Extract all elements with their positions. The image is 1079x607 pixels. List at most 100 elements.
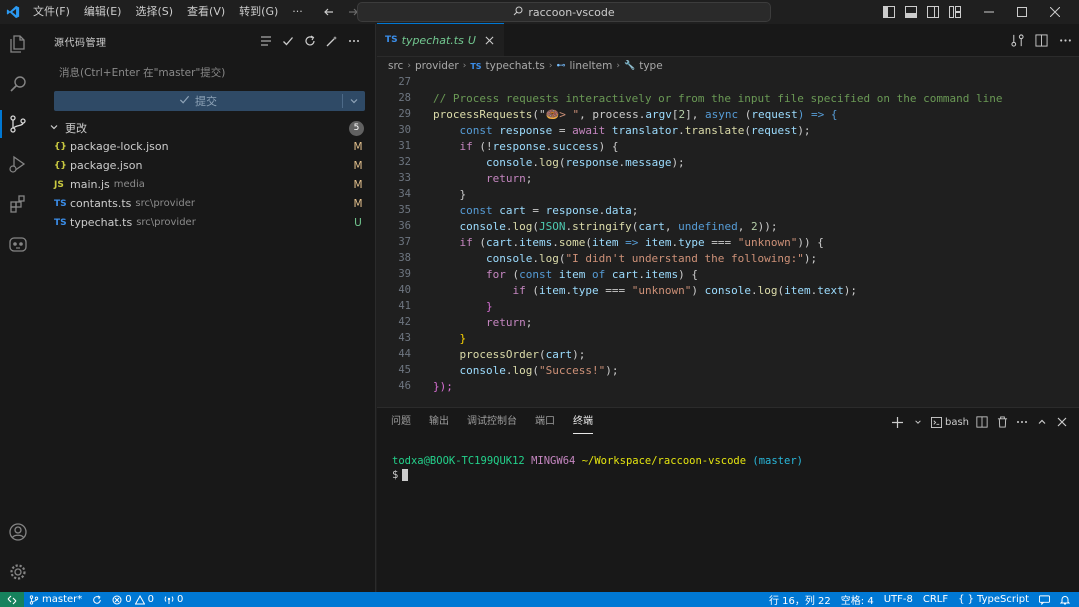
problems-status[interactable]: 0 0 xyxy=(107,592,159,607)
line-number: 29 xyxy=(398,108,411,120)
toggle-secondary-sidebar-icon[interactable] xyxy=(922,0,944,24)
code-line: 32 console.log(response.message); xyxy=(377,154,1079,170)
warning-icon xyxy=(134,594,145,604)
breadcrumb-item[interactable]: provider xyxy=(415,60,459,72)
commit-message-input[interactable]: 消息(Ctrl+Enter 在"master"提交) xyxy=(53,60,365,84)
toggle-primary-sidebar-icon[interactable] xyxy=(878,0,900,24)
tab-debug-console[interactable]: 调试控制台 xyxy=(467,408,517,436)
symbol-field-icon: ⊷ xyxy=(556,61,566,71)
kill-terminal-trash-icon[interactable] xyxy=(995,414,1009,430)
file-row-typechat-ts[interactable]: TS typechat.ts src\provider U xyxy=(36,213,375,232)
back-arrow-icon[interactable] xyxy=(322,5,336,19)
breadcrumb-separator-icon: › xyxy=(548,61,553,71)
split-terminal-icon[interactable] xyxy=(975,414,989,430)
refresh-icon[interactable] xyxy=(301,32,319,50)
typescript-file-icon: TS xyxy=(54,217,67,228)
commit-button-main[interactable]: 提交 xyxy=(54,93,342,109)
terminal-output[interactable]: todxa@BOOK-TC199QUK12 MINGW64 ~/Workspac… xyxy=(392,455,803,483)
breadcrumb-item[interactable]: type xyxy=(639,60,662,72)
terminal-prompt-line: todxa@BOOK-TC199QUK12 MINGW64 ~/Workspac… xyxy=(392,455,803,467)
menu-selection[interactable]: 选择(S) xyxy=(128,0,180,24)
menu-file[interactable]: 文件(F) xyxy=(26,0,77,24)
code-line: 41 } xyxy=(377,298,1079,314)
tab-ports[interactable]: 端口 xyxy=(535,408,555,436)
file-row-contants-ts[interactable]: TS contants.ts src\provider M xyxy=(36,194,375,213)
raccoon-extension-icon[interactable] xyxy=(0,224,36,264)
explorer-icon[interactable] xyxy=(0,24,36,64)
commit-check-icon[interactable] xyxy=(279,32,297,50)
terminal-shell-selector[interactable]: bash xyxy=(930,414,969,430)
tab-terminal[interactable]: 终端 xyxy=(573,408,593,436)
tab-typechat-ts[interactable]: TS typechat.ts U xyxy=(377,23,504,56)
menu-more[interactable]: ··· xyxy=(285,0,310,24)
end-of-line[interactable]: CRLF xyxy=(918,592,953,607)
file-name: typechat.ts xyxy=(70,216,133,229)
run-debug-icon[interactable] xyxy=(0,144,36,184)
commit-dropdown-chevron-icon[interactable] xyxy=(343,91,365,111)
split-editor-icon[interactable] xyxy=(1033,32,1049,48)
ports-status[interactable]: 0 xyxy=(159,592,188,607)
close-icon[interactable] xyxy=(484,34,496,46)
file-row-main-js[interactable]: JS main.js media M xyxy=(36,175,375,194)
file-name: package-lock.json xyxy=(70,140,169,153)
search-view-icon[interactable] xyxy=(0,64,36,104)
line-number: 37 xyxy=(398,236,411,248)
sync-icon[interactable] xyxy=(87,592,107,607)
close-window-icon[interactable] xyxy=(1038,0,1071,24)
source-control-icon[interactable] xyxy=(0,104,36,144)
title-right-controls xyxy=(878,0,1071,24)
remote-indicator-icon[interactable] xyxy=(0,592,24,607)
commit-button[interactable]: 提交 xyxy=(54,91,365,111)
close-panel-icon[interactable] xyxy=(1055,414,1069,430)
feedback-icon[interactable] xyxy=(1034,592,1055,607)
file-encoding[interactable]: UTF-8 xyxy=(879,592,918,607)
tab-problems[interactable]: 问题 xyxy=(391,408,411,436)
vscode-logo-icon[interactable] xyxy=(0,0,26,24)
file-row-package-lock[interactable]: {} package-lock.json M xyxy=(36,137,375,156)
cursor-position[interactable]: 行 16，列 22 xyxy=(764,592,836,607)
extensions-icon[interactable] xyxy=(0,184,36,224)
panel-more-actions-icon[interactable] xyxy=(1015,414,1029,430)
manage-gear-icon[interactable] xyxy=(0,552,36,592)
breadcrumb-item[interactable]: src xyxy=(388,60,403,72)
menu-view[interactable]: 查看(V) xyxy=(180,0,232,24)
accounts-icon[interactable] xyxy=(0,512,36,552)
javascript-file-icon: JS xyxy=(54,179,64,190)
file-row-package-json[interactable]: {} package.json M xyxy=(36,156,375,175)
indentation[interactable]: 空格: 4 xyxy=(836,592,879,607)
menu-go[interactable]: 转到(G) xyxy=(232,0,285,24)
editor-more-actions-icon[interactable] xyxy=(1057,32,1073,48)
file-name: package.json xyxy=(70,159,143,172)
code-line: 38 console.log("I didn't understand the … xyxy=(377,250,1079,266)
maximize-panel-chevron-up-icon[interactable] xyxy=(1035,414,1049,430)
more-actions-icon[interactable] xyxy=(345,32,363,50)
toggle-panel-icon[interactable] xyxy=(900,0,922,24)
maximize-icon[interactable] xyxy=(1005,0,1038,24)
symbol-property-icon: 🔧 xyxy=(623,61,636,71)
terminal-icon xyxy=(930,416,942,428)
notifications-bell-icon[interactable] xyxy=(1055,592,1075,607)
git-branch-status[interactable]: master* xyxy=(24,592,87,607)
commit-message-placeholder: 消息(Ctrl+Enter 在"master"提交) xyxy=(59,66,226,79)
sidebar-header: 源代码管理 xyxy=(36,24,375,58)
customize-layout-icon[interactable] xyxy=(944,0,966,24)
changes-count-badge: 5 xyxy=(349,120,364,136)
menu-edit[interactable]: 编辑(E) xyxy=(77,0,129,24)
file-dir: src\provider xyxy=(136,217,196,228)
breadcrumb-separator-icon: › xyxy=(407,61,411,71)
code-line: 43 } xyxy=(377,330,1079,346)
open-changes-icon[interactable] xyxy=(1009,32,1025,48)
minimize-icon[interactable] xyxy=(972,0,1005,24)
code-editor[interactable]: 27 28// Process requests interactively o… xyxy=(377,74,1079,394)
command-center-search[interactable]: raccoon-vscode xyxy=(357,2,771,22)
terminal-dropdown-chevron-icon[interactable] xyxy=(911,414,925,430)
tab-output[interactable]: 输出 xyxy=(429,408,449,436)
code-line: 33 return; xyxy=(377,170,1079,186)
changes-group-header[interactable]: 更改 5 xyxy=(36,119,375,137)
breadcrumb-item[interactable]: typechat.ts xyxy=(486,60,545,72)
view-as-list-icon[interactable] xyxy=(257,32,275,50)
generate-commit-message-icon[interactable] xyxy=(323,32,341,50)
language-mode[interactable]: { } TypeScript xyxy=(953,592,1034,607)
new-terminal-plus-icon[interactable] xyxy=(891,414,905,430)
breadcrumb-item[interactable]: lineItem xyxy=(570,60,613,72)
